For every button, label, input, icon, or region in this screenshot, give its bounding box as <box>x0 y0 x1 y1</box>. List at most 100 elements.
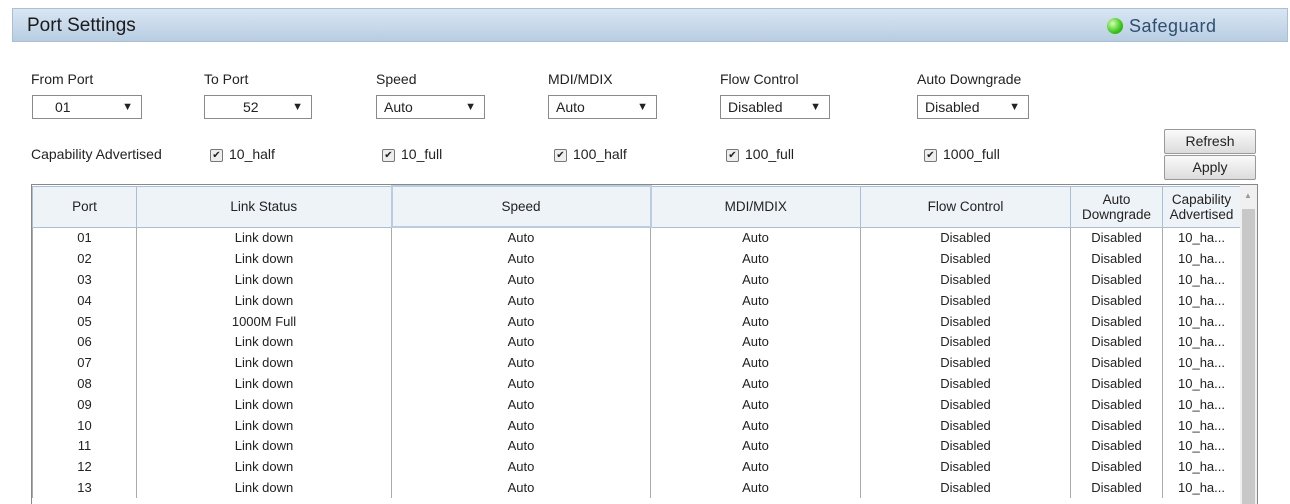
safeguard-label: Safeguard <box>1129 16 1217 36</box>
mdi-value: Auto <box>556 99 585 115</box>
table-row[interactable]: 01 Link down Auto Auto Disabled Disabled 10_ha… <box>32 227 1241 249</box>
to-port-select[interactable]: 52 ▼ <box>204 95 312 119</box>
chevron-down-icon: ▼ <box>122 101 133 113</box>
cell-flow-control: Disabled <box>860 373 1071 395</box>
port-table: Port Link Status Speed MDI/MDIX Flow Con… <box>32 185 1241 499</box>
cell-link-status: Link down <box>136 373 392 395</box>
scroll-up-icon[interactable]: ▲ <box>1244 191 1252 200</box>
cell-auto-downgrade: Disabled <box>1070 352 1163 374</box>
cell-mdi: Auto <box>650 352 861 374</box>
capability-advertised-label: Capability Advertised <box>31 146 162 162</box>
port-table-container: Port Link Status Speed MDI/MDIX Flow Con… <box>31 184 1258 504</box>
cell-speed: Auto <box>391 435 651 457</box>
cell-capability: 10_ha... <box>1162 331 1241 353</box>
cell-link-status: Link down <box>136 248 392 270</box>
col-header-mdi: MDI/MDIX <box>650 185 861 228</box>
table-row[interactable]: 06 Link down Auto Auto Disabled Disabled 10_ha… <box>32 331 1241 353</box>
cap-10-half-checkbox[interactable]: ✔ 10_half <box>210 146 275 162</box>
col-header-capability: Capability Advertised <box>1162 185 1241 228</box>
cell-link-status: Link down <box>136 456 392 478</box>
cell-capability: 10_ha... <box>1162 227 1241 249</box>
cell-auto-downgrade: Disabled <box>1070 373 1163 395</box>
cell-port: 01 <box>32 227 137 249</box>
chevron-down-icon: ▼ <box>465 101 476 113</box>
port-table-body: 01 Link down Auto Auto Disabled Disabled 10_ha… <box>32 227 1241 499</box>
cell-auto-downgrade: Disabled <box>1070 290 1163 312</box>
cell-port: 08 <box>32 373 137 395</box>
cell-capability: 10_ha... <box>1162 352 1241 374</box>
cell-port: 12 <box>32 456 137 478</box>
apply-button[interactable]: Apply <box>1164 155 1256 180</box>
chevron-down-icon: ▼ <box>292 101 303 113</box>
page-title: Port Settings <box>27 15 136 36</box>
cell-speed: Auto <box>391 248 651 270</box>
cap-100-half-checkbox[interactable]: ✔ 100_half <box>554 146 627 162</box>
cell-port: 10 <box>32 415 137 436</box>
cell-flow-control: Disabled <box>860 227 1071 249</box>
table-row[interactable]: 07 Link down Auto Auto Disabled Disabled 10_ha… <box>32 352 1241 374</box>
table-row[interactable]: 04 Link down Auto Auto Disabled Disabled 10_ha… <box>32 290 1241 312</box>
table-row[interactable]: 05 1000M Full Auto Auto Disabled Disabled 10_h… <box>32 311 1241 332</box>
auto-downgrade-select[interactable]: Disabled ▼ <box>917 95 1029 119</box>
table-row[interactable]: 08 Link down Auto Auto Disabled Disabled 10_ha… <box>32 373 1241 395</box>
cap-1000-full-checkbox[interactable]: ✔ 1000_full <box>924 146 1000 162</box>
cell-mdi: Auto <box>650 477 861 499</box>
cell-speed: Auto <box>391 373 651 395</box>
cell-auto-downgrade: Disabled <box>1070 248 1163 270</box>
cell-flow-control: Disabled <box>860 311 1071 332</box>
table-row[interactable]: 13 Link down Auto Auto Disabled Disabled 10_ha… <box>32 477 1241 499</box>
cell-flow-control: Disabled <box>860 415 1071 436</box>
table-scrollbar[interactable]: ▲ <box>1240 185 1257 504</box>
cell-auto-downgrade: Disabled <box>1070 394 1163 416</box>
flow-control-select[interactable]: Disabled ▼ <box>720 95 830 119</box>
cap-10-full-label: 10_full <box>401 146 443 162</box>
to-port-value: 52 <box>243 99 259 115</box>
cell-capability: 10_ha... <box>1162 415 1241 436</box>
mdi-select[interactable]: Auto ▼ <box>548 95 657 119</box>
speed-label: Speed <box>376 71 417 87</box>
speed-value: Auto <box>384 99 413 115</box>
cell-link-status: Link down <box>136 290 392 312</box>
cell-link-status: Link down <box>136 269 392 291</box>
cell-flow-control: Disabled <box>860 290 1071 312</box>
cell-flow-control: Disabled <box>860 269 1071 291</box>
cell-auto-downgrade: Disabled <box>1070 477 1163 499</box>
col-header-auto-downgrade: Auto Downgrade <box>1070 185 1163 228</box>
cell-link-status: Link down <box>136 435 392 457</box>
cell-port: 13 <box>32 477 137 499</box>
table-row[interactable]: 03 Link down Auto Auto Disabled Disabled 10_ha… <box>32 269 1241 291</box>
cell-capability: 10_ha... <box>1162 394 1241 416</box>
cell-flow-control: Disabled <box>860 435 1071 457</box>
cell-speed: Auto <box>391 331 651 353</box>
cell-port: 03 <box>32 269 137 291</box>
table-row[interactable]: 09 Link down Auto Auto Disabled Disabled 10_ha… <box>32 394 1241 416</box>
cell-mdi: Auto <box>650 373 861 395</box>
speed-select[interactable]: Auto ▼ <box>376 95 485 119</box>
cap-10-half-label: 10_half <box>229 146 275 162</box>
table-row[interactable]: 11 Link down Auto Auto Disabled Disabled 10_ha… <box>32 435 1241 457</box>
checkmark-icon: ✔ <box>382 148 395 162</box>
cell-capability: 10_ha... <box>1162 269 1241 291</box>
table-row[interactable]: 10 Link down Auto Auto Disabled Disabled 10_ha… <box>32 415 1241 436</box>
col-header-speed: Speed <box>390 185 652 228</box>
chevron-down-icon: ▼ <box>1009 101 1020 113</box>
cell-auto-downgrade: Disabled <box>1070 331 1163 353</box>
table-row[interactable]: 02 Link down Auto Auto Disabled Disabled 10_ha… <box>32 248 1241 270</box>
cap-100-full-checkbox[interactable]: ✔ 100_full <box>726 146 794 162</box>
cap-10-full-checkbox[interactable]: ✔ 10_full <box>382 146 442 162</box>
cell-capability: 10_ha... <box>1162 373 1241 395</box>
cell-link-status: Link down <box>136 477 392 499</box>
scrollbar-thumb[interactable] <box>1242 209 1255 504</box>
from-port-select[interactable]: 01 ▼ <box>32 95 142 119</box>
cell-mdi: Auto <box>650 394 861 416</box>
cell-mdi: Auto <box>650 435 861 457</box>
chevron-down-icon: ▼ <box>810 101 821 113</box>
cell-mdi: Auto <box>650 290 861 312</box>
cell-auto-downgrade: Disabled <box>1070 227 1163 249</box>
table-row[interactable]: 12 Link down Auto Auto Disabled Disabled 10_ha… <box>32 456 1241 478</box>
to-port-label: To Port <box>204 71 249 87</box>
cell-speed: Auto <box>391 477 651 499</box>
refresh-button[interactable]: Refresh <box>1164 129 1256 154</box>
cell-mdi: Auto <box>650 311 861 332</box>
cell-capability: 10_ha... <box>1162 311 1241 332</box>
